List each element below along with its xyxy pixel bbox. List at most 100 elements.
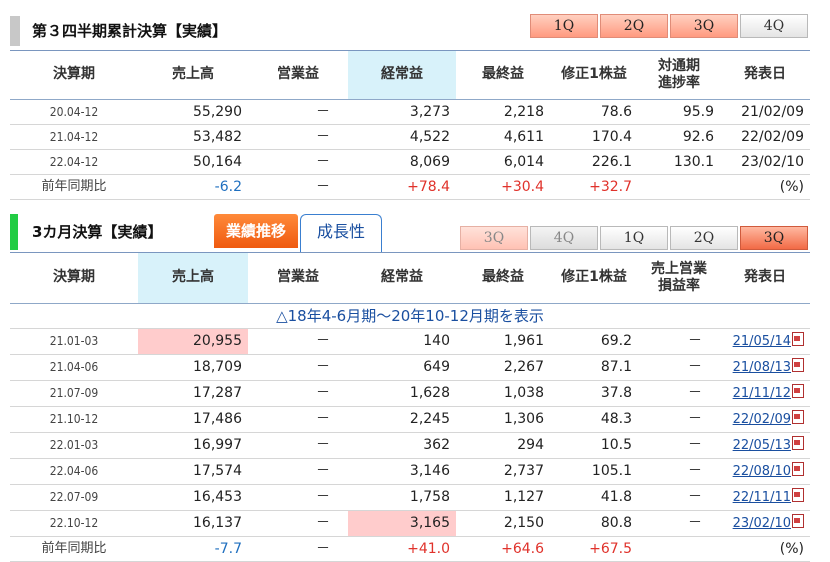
tab-2q[interactable]: 2Q — [600, 14, 668, 38]
margin: － — [638, 432, 720, 459]
date-link[interactable]: 21/11/12 — [733, 386, 791, 401]
eps: 10.5 — [550, 432, 638, 459]
period: 22.07-09 — [10, 484, 138, 511]
date-link[interactable]: 21/05/14 — [733, 334, 791, 349]
yoy-net: +64.6 — [456, 536, 550, 562]
operating: － — [248, 328, 348, 355]
table-row: 22.04-12 50,164 － 8,069 6,014 226.1 130.… — [10, 149, 810, 175]
eps: 170.4 — [550, 124, 638, 150]
tab-4q[interactable]: 4Q — [530, 226, 598, 250]
tab-performance-trend[interactable]: 業績推移 — [214, 214, 298, 248]
eps: 69.2 — [550, 328, 638, 355]
eps: 37.8 — [550, 380, 638, 407]
sales: 17,287 — [138, 380, 248, 407]
eps: 78.6 — [550, 99, 638, 125]
margin: － — [638, 484, 720, 511]
show-older-row: △18年4-6月期～20年10-12月期を表示 — [10, 303, 810, 329]
quarter-tabs-cumulative: 1Q 2Q 3Q 4Q — [528, 14, 808, 38]
operating: － — [248, 354, 348, 381]
date-cell: 22/11/11 — [720, 484, 810, 511]
pdf-icon[interactable] — [792, 461, 804, 476]
yoy-eps: +32.7 — [550, 174, 638, 200]
ordinary: 649 — [348, 354, 456, 381]
table-row: 21.04-12 53,482 － 4,522 4,611 170.4 92.6… — [10, 124, 810, 150]
table-row: 20.04-12 55,290 － 3,273 2,218 78.6 95.9 … — [10, 99, 810, 125]
tab-1q[interactable]: 1Q — [530, 14, 598, 38]
yoy-label: 前年同期比 — [10, 536, 138, 562]
col-ordinary: 経常益 — [348, 51, 456, 100]
pdf-icon[interactable] — [792, 357, 804, 372]
margin: － — [638, 406, 720, 433]
period: 21.07-09 — [10, 380, 138, 407]
date-link[interactable]: 22/08/10 — [733, 464, 791, 479]
col-sales: 売上高 — [138, 51, 248, 100]
net: 2,737 — [456, 458, 550, 485]
col-operating: 営業益 — [248, 253, 348, 304]
tab-3q-prev[interactable]: 3Q — [460, 226, 528, 250]
tab-1q[interactable]: 1Q — [600, 226, 668, 250]
period: 22.04-06 — [10, 458, 138, 485]
tab-growth[interactable]: 成長性 — [300, 214, 382, 252]
sales: 18,709 — [138, 354, 248, 381]
sales: 17,486 — [138, 406, 248, 433]
period: 21.01-03 — [10, 328, 138, 355]
table-row: 22.07-09 16,453 － 1,758 1,127 41.8 － 22/… — [10, 484, 810, 511]
pdf-icon[interactable] — [792, 513, 804, 528]
yoy-operating: － — [248, 536, 348, 562]
col-margin: 売上営業 損益率 — [638, 253, 720, 304]
sales: 50,164 — [138, 149, 248, 175]
period: 20.04-12 — [10, 99, 138, 125]
show-older-link[interactable]: △18年4-6月期～20年10-12月期を表示 — [10, 303, 810, 329]
tab-3q[interactable]: 3Q — [740, 226, 808, 250]
date-cell: 21/11/12 — [720, 380, 810, 407]
col-eps: 修正1株益 — [550, 51, 638, 100]
net: 294 — [456, 432, 550, 459]
pdf-icon[interactable] — [792, 383, 804, 398]
ordinary: 2,245 — [348, 406, 456, 433]
sales: 16,453 — [138, 484, 248, 511]
net: 1,306 — [456, 406, 550, 433]
tab-2q[interactable]: 2Q — [670, 226, 738, 250]
date-link[interactable]: 22/05/13 — [733, 438, 791, 453]
date-link[interactable]: 21/08/13 — [733, 360, 791, 375]
eps: 41.8 — [550, 484, 638, 511]
progress: 95.9 — [638, 99, 720, 125]
table-row: 22.04-06 17,574 － 3,146 2,737 105.1 － 22… — [10, 458, 810, 485]
date: 23/02/10 — [720, 149, 810, 175]
period: 21.04-06 — [10, 354, 138, 381]
date-link[interactable]: 22/11/11 — [733, 490, 791, 505]
eps: 226.1 — [550, 149, 638, 175]
operating: － — [248, 458, 348, 485]
ordinary: 362 — [348, 432, 456, 459]
table-row: 22.10-12 16,137 － 3,165 2,150 80.8 － 23/… — [10, 510, 810, 537]
operating: － — [248, 484, 348, 511]
operating: － — [248, 510, 348, 537]
operating: － — [248, 380, 348, 407]
sales: 53,482 — [138, 124, 248, 150]
col-progress: 対通期 進捗率 — [638, 51, 720, 100]
eps: 48.3 — [550, 406, 638, 433]
margin: － — [638, 354, 720, 381]
pdf-icon[interactable] — [792, 331, 804, 346]
period: 22.04-12 — [10, 149, 138, 175]
pdf-icon[interactable] — [792, 409, 804, 424]
date-link[interactable]: 23/02/10 — [733, 516, 791, 531]
operating: － — [248, 406, 348, 433]
date: 22/02/09 — [720, 124, 810, 150]
pdf-icon[interactable] — [792, 435, 804, 450]
date-link[interactable]: 22/02/09 — [733, 412, 791, 427]
margin: － — [638, 510, 720, 537]
sales: 17,574 — [138, 458, 248, 485]
tab-3q[interactable]: 3Q — [670, 14, 738, 38]
period: 21.10-12 — [10, 406, 138, 433]
yoy-sales: -7.7 — [138, 536, 248, 562]
pdf-icon[interactable] — [792, 487, 804, 502]
ordinary: 3,146 — [348, 458, 456, 485]
sales: 16,137 — [138, 510, 248, 537]
yoy-operating: － — [248, 174, 348, 200]
ordinary: 8,069 — [348, 149, 456, 175]
col-operating: 営業益 — [248, 51, 348, 100]
tab-4q[interactable]: 4Q — [740, 14, 808, 38]
eps: 80.8 — [550, 510, 638, 537]
yoy-unit: (%) — [720, 536, 810, 562]
